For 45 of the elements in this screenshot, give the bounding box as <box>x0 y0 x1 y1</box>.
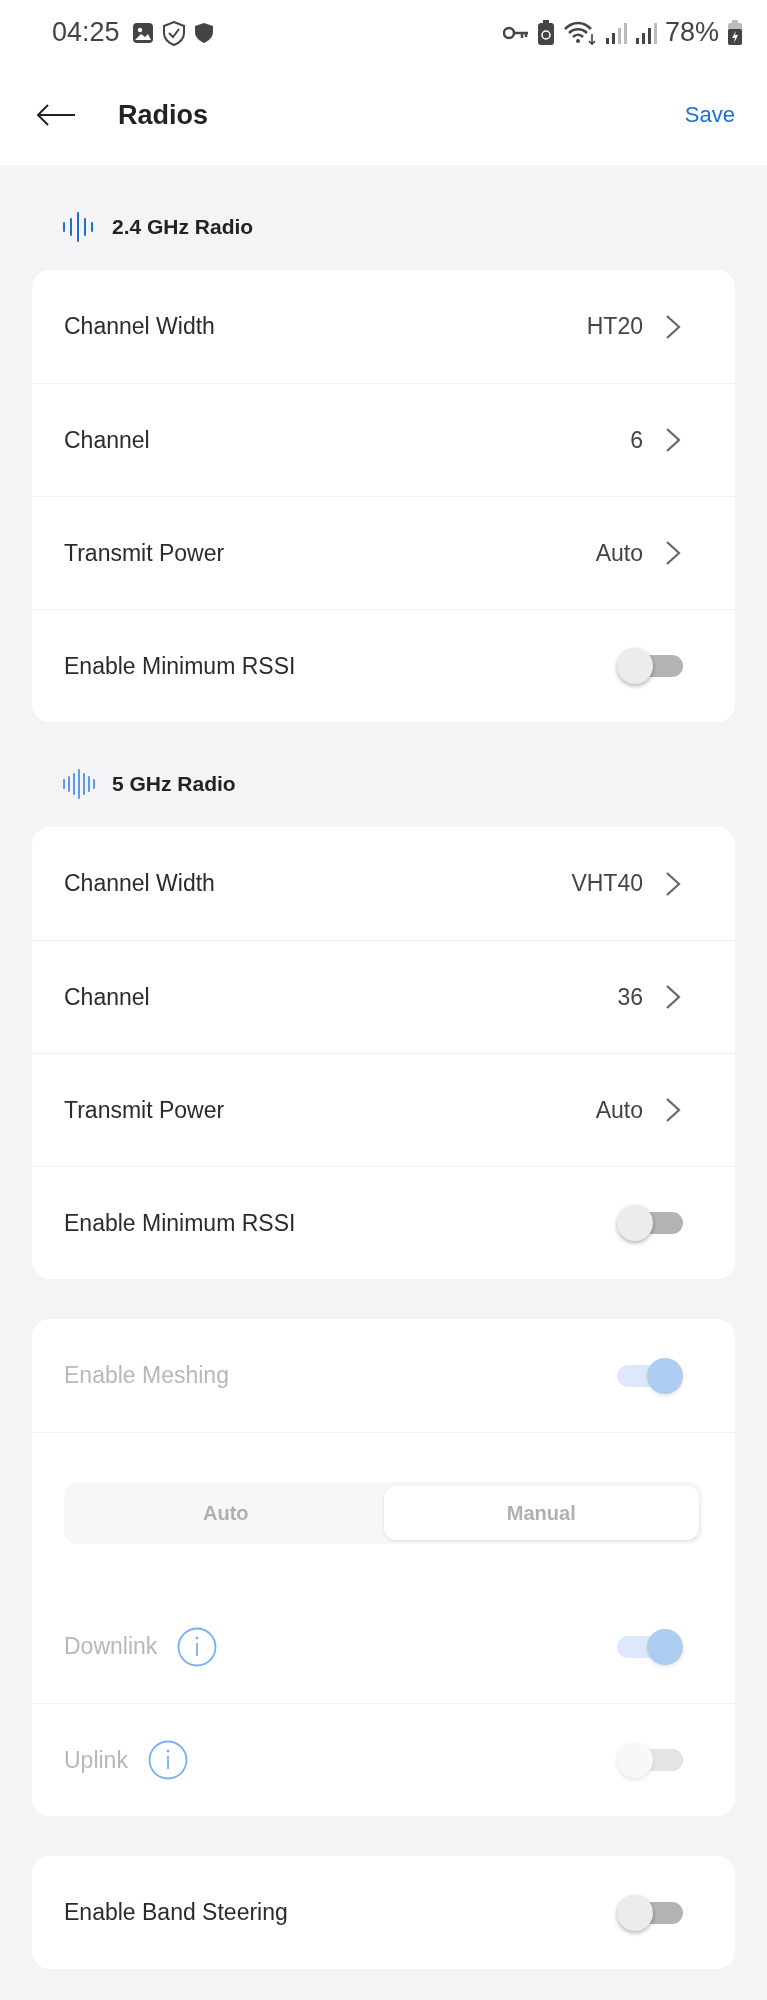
chevron-right-icon <box>665 1097 681 1123</box>
setting-value: Auto <box>595 539 643 567</box>
setting-label: Enable Meshing <box>64 1362 229 1389</box>
chevron-right-icon <box>665 313 681 340</box>
back-arrow-icon[interactable] <box>36 103 76 127</box>
page-title: Radios <box>118 99 210 131</box>
status-time: 04:25 <box>52 17 120 48</box>
setting-value: 6 <box>630 426 643 454</box>
toggle-switch[interactable] <box>617 1205 683 1241</box>
signal-icon <box>604 20 627 45</box>
battery-saver-icon <box>536 19 555 46</box>
setting-value: 36 <box>617 983 643 1011</box>
shield-icon <box>193 21 214 44</box>
setting-label: Transmit Power <box>64 539 225 567</box>
setting-value: VHT40 <box>571 870 643 897</box>
chevron-right-icon <box>665 984 681 1010</box>
setting-label: Enable Band Steering <box>64 1899 288 1926</box>
setting-label: Channel <box>64 426 150 454</box>
wifi-icon <box>562 19 597 46</box>
setting-label: Enable Minimum RSSI <box>64 1209 296 1237</box>
battery-charging-icon <box>727 19 743 46</box>
chevron-right-icon <box>665 540 681 566</box>
setting-value: Auto <box>595 1096 643 1124</box>
chevron-right-icon <box>665 870 681 897</box>
toggle-switch[interactable] <box>617 648 683 684</box>
battery-percent: 78% <box>664 17 719 48</box>
setting-label: Uplink <box>64 1746 128 1774</box>
sound-wave-icon <box>62 768 96 800</box>
setting-label: Enable Minimum RSSI <box>64 652 296 680</box>
key-icon <box>502 25 529 40</box>
shield-check-icon <box>161 19 186 46</box>
save-button[interactable]: Save <box>684 98 735 132</box>
chevron-right-icon <box>665 427 681 453</box>
setting-label: Channel <box>64 983 150 1011</box>
toggle-switch[interactable] <box>617 1894 683 1931</box>
image-icon <box>131 21 154 44</box>
setting-label: Channel Width <box>64 313 215 340</box>
section-title: 2.4 GHz Radio <box>112 215 254 239</box>
sound-wave-icon <box>62 211 96 243</box>
setting-label: Channel Width <box>64 870 215 897</box>
setting-value: HT20 <box>586 313 643 340</box>
section-title: 5 GHz Radio <box>112 772 236 796</box>
signal-icon <box>634 20 657 45</box>
setting-label: Downlink <box>64 1633 158 1660</box>
setting-label: Transmit Power <box>64 1096 225 1124</box>
